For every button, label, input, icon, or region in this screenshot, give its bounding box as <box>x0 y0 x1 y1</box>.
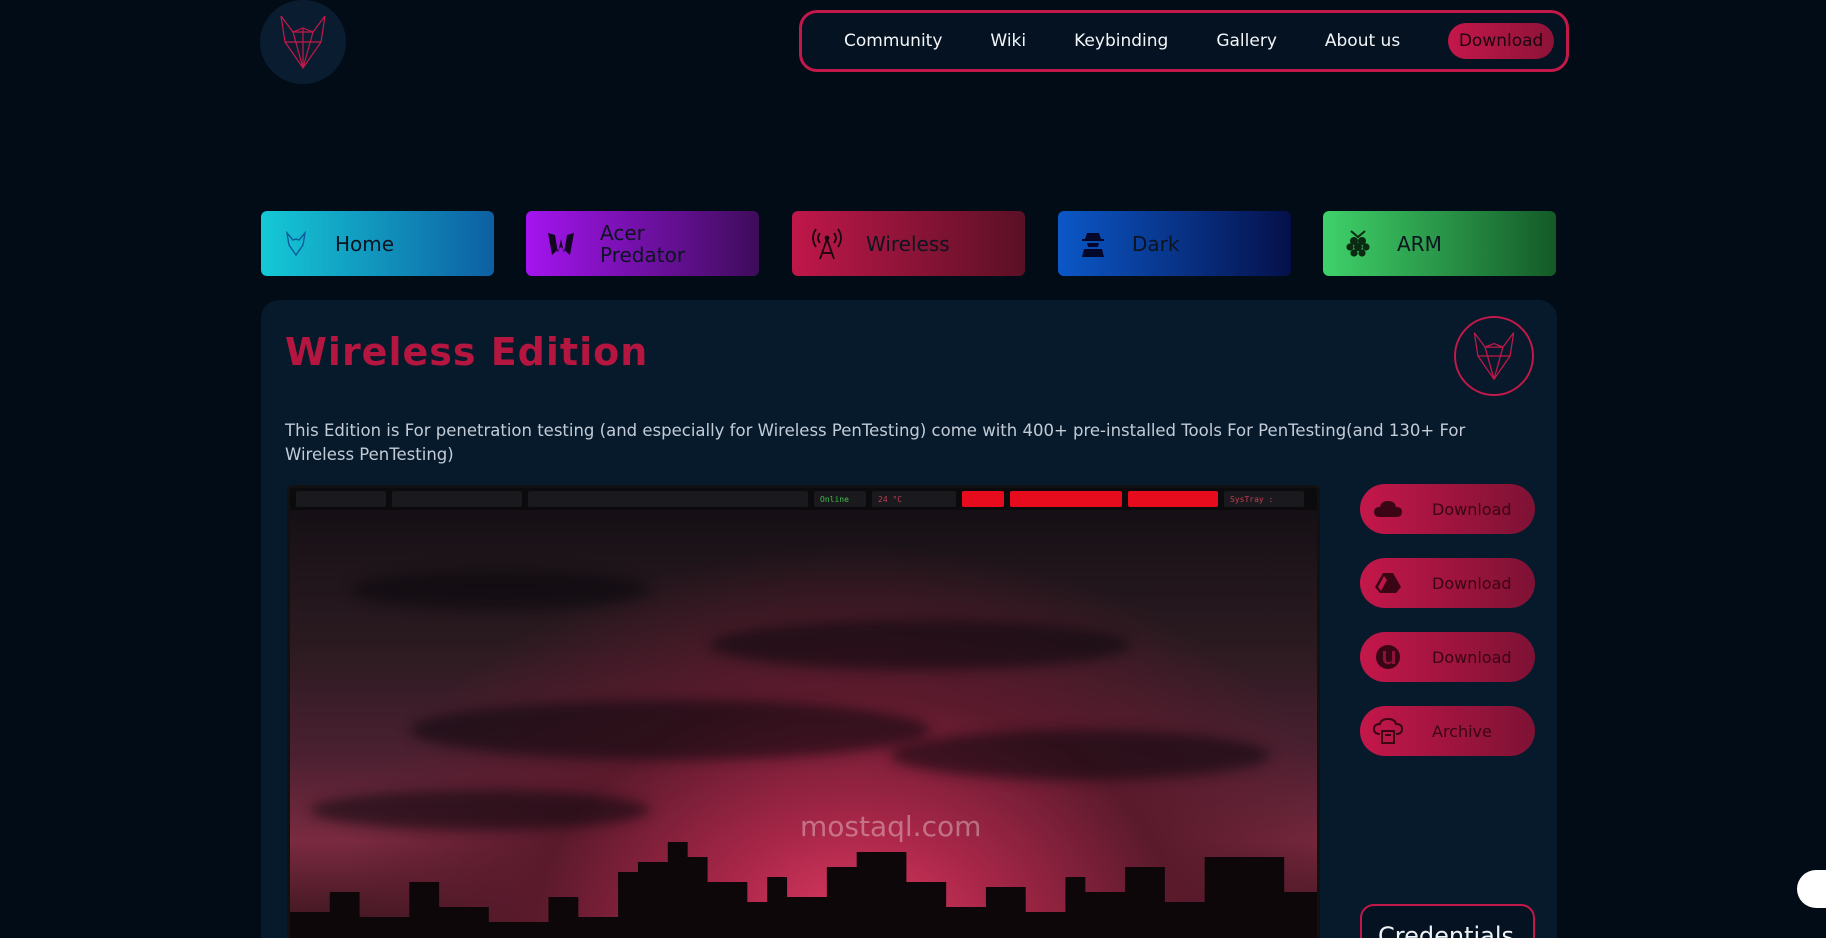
tab-label: Dark <box>1132 231 1180 256</box>
bar-clock <box>392 491 522 507</box>
tab-acer-predator[interactable]: Acer Predator <box>526 211 759 276</box>
archive-button[interactable]: Archive <box>1360 706 1535 756</box>
side-button-label: Download <box>1432 573 1512 593</box>
bar-systray: SysTray : <box>1224 491 1304 507</box>
raspberry-icon <box>1343 227 1373 261</box>
side-button-label: Download <box>1432 647 1512 667</box>
nav-gallery[interactable]: Gallery <box>1216 31 1277 51</box>
bar-online: Online <box>814 491 866 507</box>
tab-home[interactable]: Home <box>261 211 494 276</box>
edition-title: Wireless Edition <box>285 330 649 374</box>
bar-network <box>528 491 808 507</box>
wolf-logo-icon <box>1473 332 1515 381</box>
nav-community[interactable]: Community <box>844 31 942 51</box>
wolf-logo-icon <box>280 15 326 70</box>
top-nav: Community Wiki Keybinding Gallery About … <box>799 10 1569 72</box>
bar-workspaces <box>296 491 386 507</box>
bar-volume <box>1128 491 1218 507</box>
tab-label: ARM <box>1397 231 1442 256</box>
download-cloud-button[interactable]: Download <box>1360 484 1535 534</box>
nav-download-button[interactable]: Download <box>1448 23 1554 59</box>
credentials-label: Credentials <box>1378 922 1515 938</box>
page: Community Wiki Keybinding Gallery About … <box>0 0 1826 938</box>
credentials-box[interactable]: Credentials <box>1360 904 1535 938</box>
cloud-icon <box>1372 495 1404 523</box>
edition-tabs: Home Acer Predator Wireless Dark ARM <box>261 211 1557 276</box>
utorrent-icon <box>1372 643 1404 671</box>
city-wallpaper <box>290 510 1317 938</box>
edition-badge <box>1454 316 1534 396</box>
watermark: mostaql.com <box>800 810 982 843</box>
side-button-label: Download <box>1432 499 1512 519</box>
hacker-icon <box>1078 227 1108 261</box>
desktop-status-bar: Online 24 °C SysTray : <box>290 488 1317 510</box>
floating-widget[interactable] <box>1797 870 1826 908</box>
predator-icon <box>546 227 576 261</box>
download-torrent-button[interactable]: Download <box>1360 632 1535 682</box>
tab-label: Home <box>335 231 395 256</box>
bar-graph <box>962 491 1004 507</box>
download-gdrive-button[interactable]: Download <box>1360 558 1535 608</box>
nav-wiki[interactable]: Wiki <box>990 31 1026 51</box>
bar-temperature: 24 °C <box>872 491 956 507</box>
tab-label: Wireless <box>866 231 950 256</box>
bar-cpu <box>1010 491 1122 507</box>
side-button-label: Archive <box>1432 721 1492 741</box>
edition-screenshot: Online 24 °C SysTray : <box>287 485 1320 938</box>
antenna-icon <box>812 227 842 261</box>
tab-wireless[interactable]: Wireless <box>792 211 1025 276</box>
nav-keybinding[interactable]: Keybinding <box>1074 31 1168 51</box>
wolf-icon <box>281 227 311 261</box>
tab-arm[interactable]: ARM <box>1323 211 1556 276</box>
site-logo[interactable] <box>260 0 346 84</box>
nav-about-us[interactable]: About us <box>1325 31 1400 51</box>
tab-dark[interactable]: Dark <box>1058 211 1291 276</box>
google-drive-icon <box>1372 569 1404 597</box>
cloud-archive-icon <box>1372 717 1404 745</box>
edition-description: This Edition is For penetration testing … <box>285 421 1466 464</box>
tab-label: Acer Predator <box>600 220 686 267</box>
